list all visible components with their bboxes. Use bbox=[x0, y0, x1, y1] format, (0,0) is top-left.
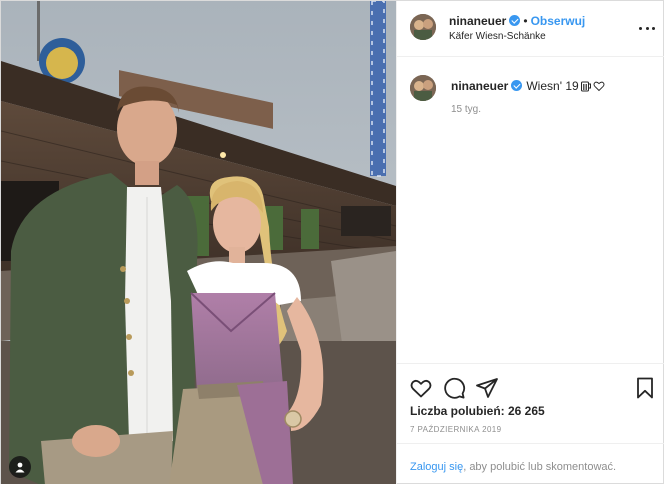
caption-text-line: ninaneuer Wiesn' 19 bbox=[451, 79, 605, 93]
post-date: 7 PAŹDZIERNIKA 2019 bbox=[410, 425, 502, 434]
post-photo[interactable] bbox=[1, 1, 396, 484]
verified-badge-icon bbox=[509, 15, 521, 26]
login-prompt-text: Zaloguj się, aby polubić lub skomentować… bbox=[410, 461, 616, 473]
verified-badge-icon bbox=[511, 80, 523, 91]
location-link[interactable]: Käfer Wiesn-Schänke bbox=[449, 31, 546, 42]
caption-username[interactable]: ninaneuer bbox=[451, 79, 508, 93]
login-suffix: , aby polubić lub skomentować. bbox=[463, 461, 617, 473]
person-icon bbox=[15, 462, 25, 473]
heart-emoji-icon bbox=[593, 81, 605, 92]
comment-icon[interactable] bbox=[442, 376, 466, 400]
bookmark-icon[interactable] bbox=[633, 376, 657, 400]
heart-icon[interactable] bbox=[409, 376, 433, 400]
user-tag-icon[interactable] bbox=[9, 456, 31, 478]
login-link[interactable]: Zaloguj się bbox=[410, 461, 463, 473]
caption-body: Wiesn' 19 bbox=[526, 79, 579, 93]
follow-button[interactable]: Obserwuj bbox=[531, 14, 586, 28]
more-dot bbox=[645, 26, 649, 30]
avatar-image bbox=[410, 75, 436, 101]
login-prompt: Zaloguj się, aby polubić lub skomentować… bbox=[397, 443, 664, 484]
post-header: ninaneuer • Obserwuj Käfer Wiesn-Schänke bbox=[397, 1, 664, 57]
more-options-icon[interactable] bbox=[639, 20, 655, 36]
caption-avatar[interactable] bbox=[410, 75, 436, 101]
header-separator: • bbox=[523, 14, 528, 28]
header-user-line: ninaneuer • Obserwuj bbox=[449, 14, 585, 28]
post-image bbox=[1, 1, 396, 484]
avatar-image bbox=[410, 14, 436, 40]
header-username[interactable]: ninaneuer bbox=[449, 14, 506, 28]
avatar[interactable] bbox=[410, 14, 436, 40]
more-dot bbox=[652, 26, 655, 30]
more-dot bbox=[639, 26, 642, 30]
like-count[interactable]: Liczba polubień: 26 265 bbox=[410, 404, 545, 418]
action-bar bbox=[397, 363, 664, 407]
caption-time[interactable]: 15 tyg. bbox=[451, 104, 481, 115]
share-icon[interactable] bbox=[475, 376, 499, 400]
post-side-panel: ninaneuer • Obserwuj Käfer Wiesn-Schänke n… bbox=[396, 1, 664, 484]
instagram-post: ninaneuer • Obserwuj Käfer Wiesn-Schänke n… bbox=[0, 0, 664, 484]
beer-mug-icon bbox=[580, 81, 591, 92]
